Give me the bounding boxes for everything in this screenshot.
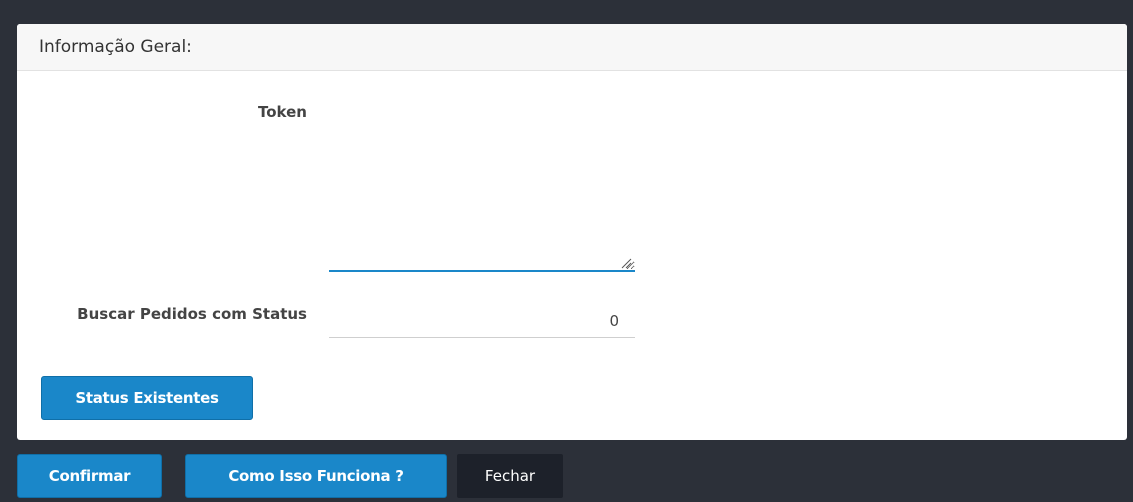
token-field[interactable]	[329, 102, 635, 272]
panel-heading: Informação Geral:	[17, 24, 1127, 71]
status-filter-input[interactable]	[329, 304, 635, 338]
how-it-works-button[interactable]: Como Isso Funciona ?	[185, 454, 447, 498]
existing-status-button[interactable]: Status Existentes	[41, 376, 253, 420]
resize-grip-icon[interactable]	[620, 257, 632, 269]
confirm-button[interactable]: Confirmar	[17, 454, 162, 498]
general-info-panel: Informação Geral: Token Buscar Pedidos c…	[17, 24, 1127, 440]
token-label: Token	[258, 103, 307, 121]
status-filter-label: Buscar Pedidos com Status	[77, 305, 307, 323]
modal-page: Informação Geral: Token Buscar Pedidos c…	[0, 0, 1133, 502]
close-button[interactable]: Fechar	[457, 454, 563, 498]
